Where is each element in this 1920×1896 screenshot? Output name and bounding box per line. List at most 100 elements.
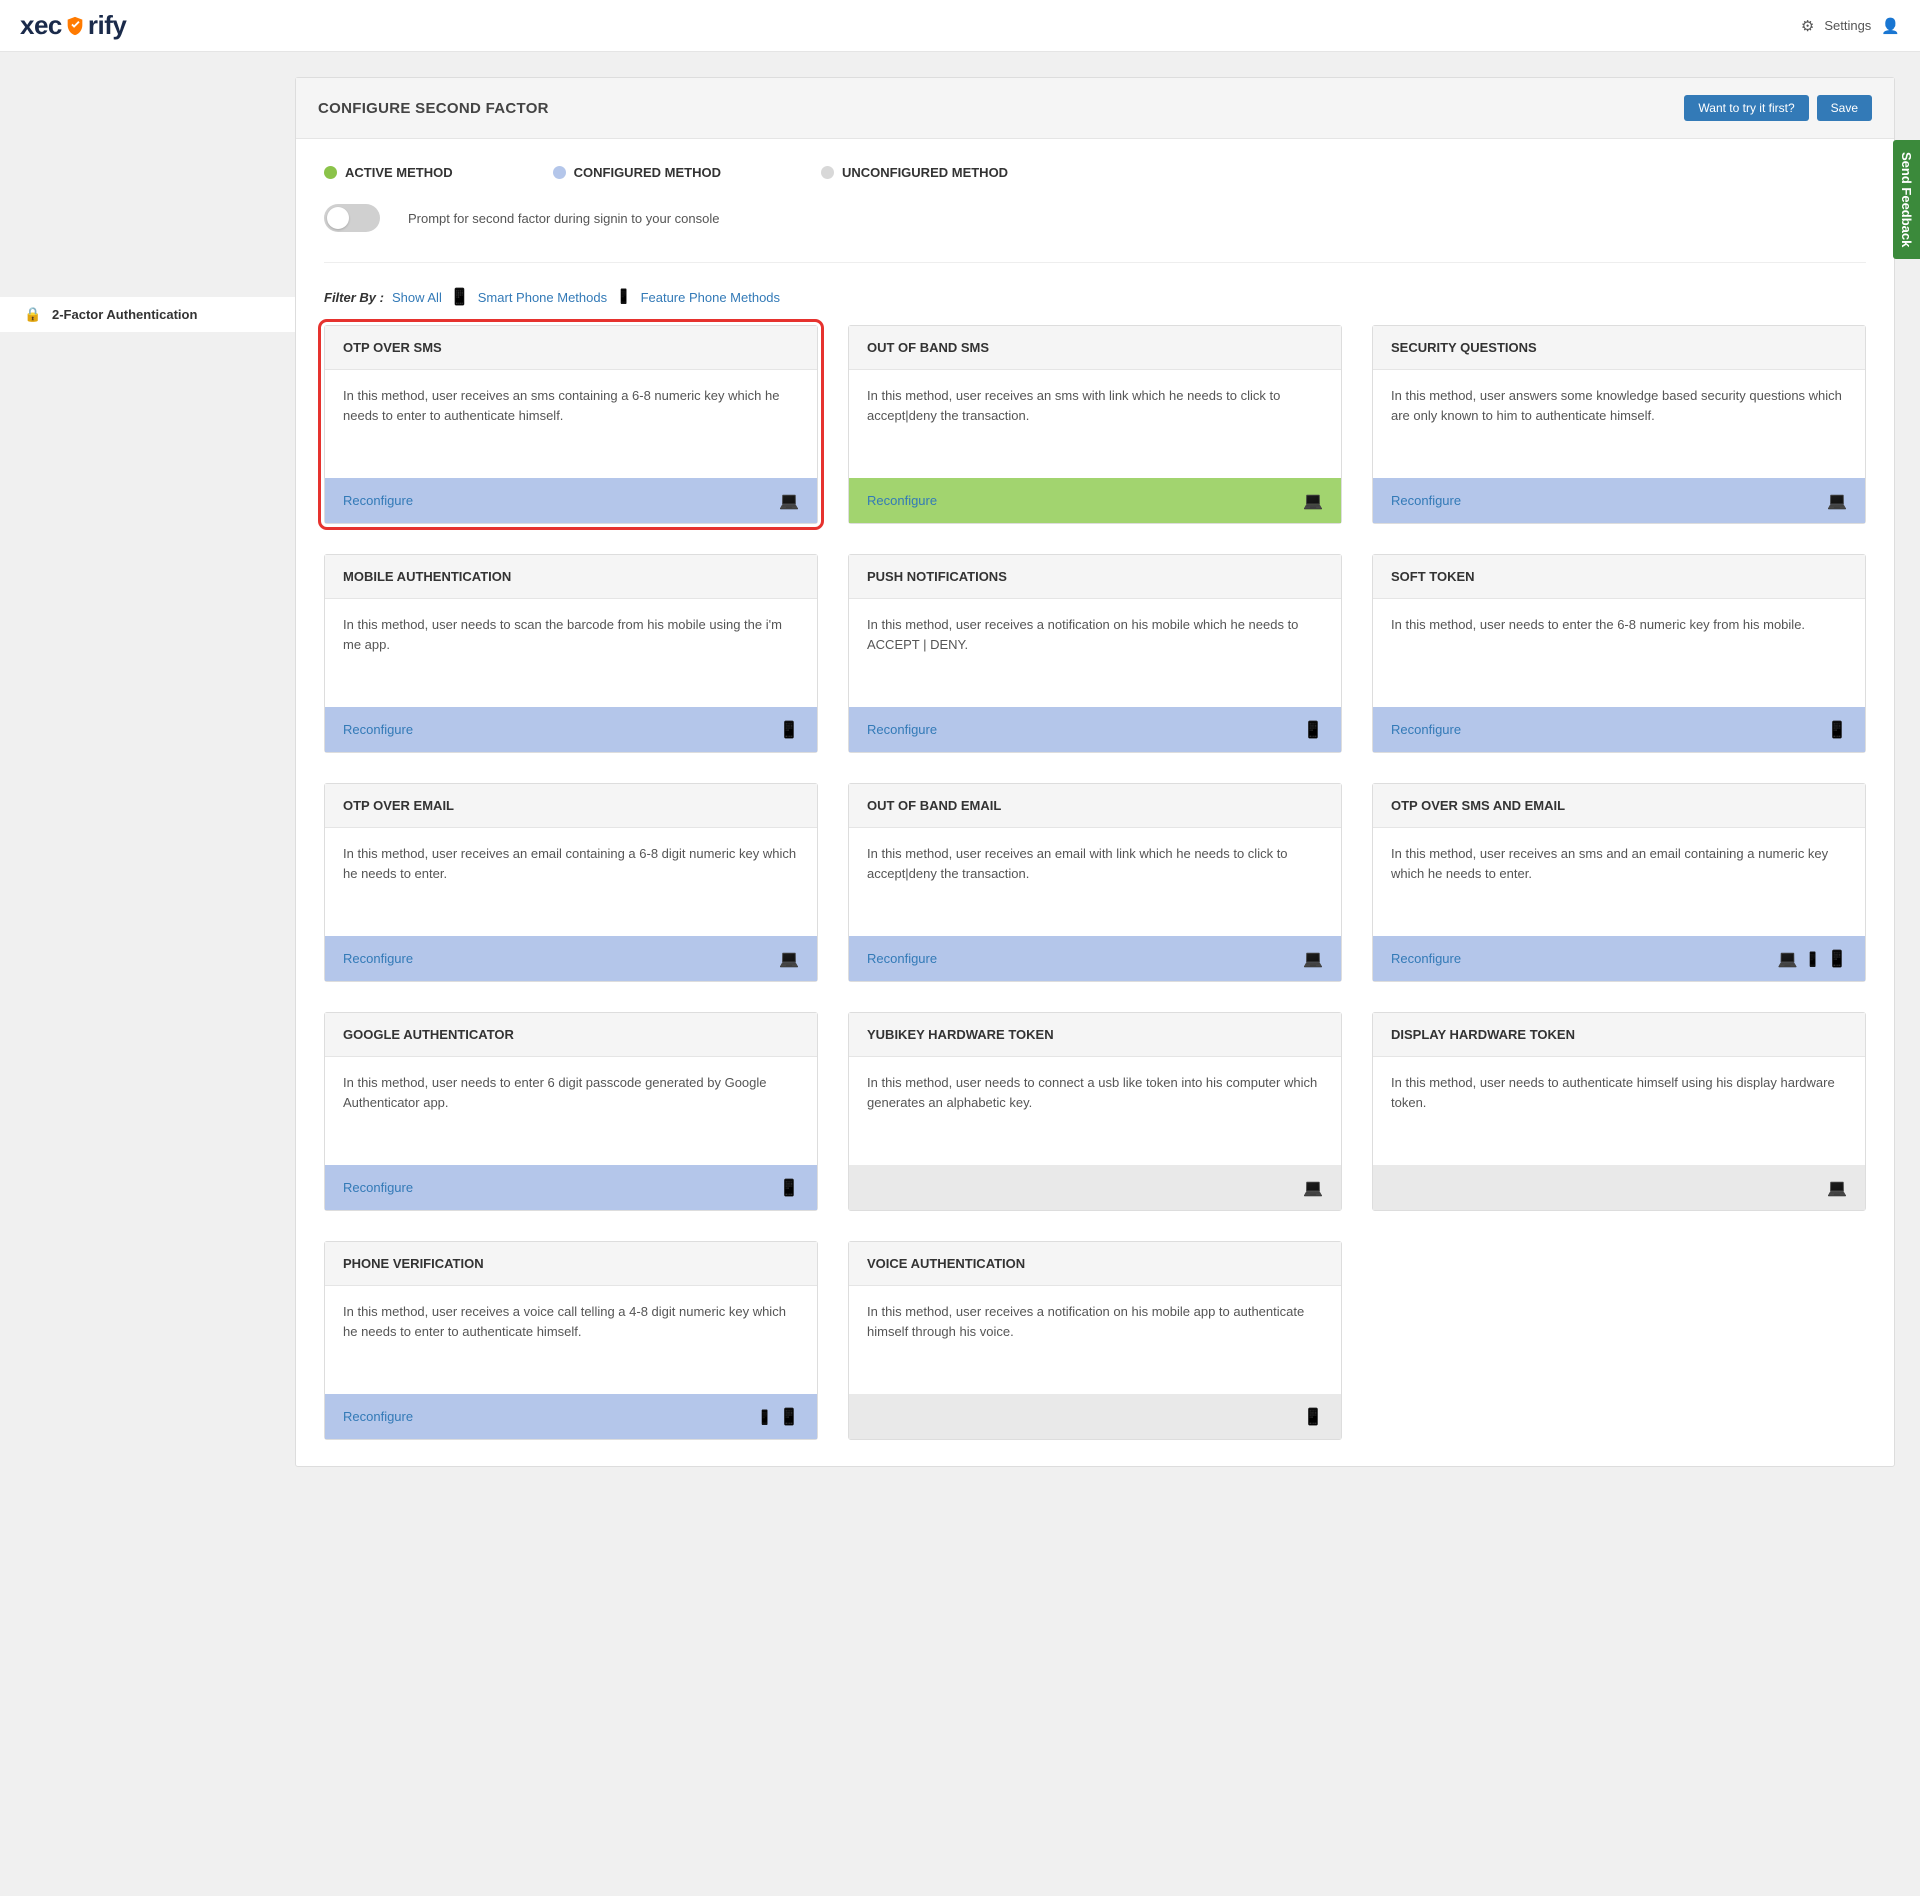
filter-feature[interactable]: Feature Phone Methods <box>641 290 780 305</box>
lock-icon: • <box>24 406 40 422</box>
sidebar-item[interactable]: •License <box>0 499 295 533</box>
card-title: OTP OVER EMAIL <box>325 784 817 828</box>
reconfigure-link[interactable]: Reconfigure <box>867 951 937 966</box>
method-card: PHONE VERIFICATIONIn this method, user r… <box>324 1241 818 1440</box>
laptop-icon <box>1778 948 1798 969</box>
card-footer: Reconfigure <box>849 1165 1341 1210</box>
device-icons <box>779 719 799 740</box>
method-card: OUT OF BAND EMAILIn this method, user re… <box>848 783 1342 982</box>
toggle-row: Prompt for second factor during signin t… <box>324 204 1866 232</box>
smartphone-icon <box>1303 1406 1323 1427</box>
reconfigure-link[interactable]: Reconfigure <box>343 1409 413 1424</box>
sidebar-item-label: User Stores <box>52 171 121 186</box>
card-title: OUT OF BAND EMAIL <box>849 784 1341 828</box>
card-footer: Reconfigure <box>1373 707 1865 752</box>
sidebar-item[interactable]: •Apps <box>0 195 295 229</box>
reconfigure-link[interactable]: Reconfigure <box>867 493 937 508</box>
card-footer: Reconfigure <box>849 707 1341 752</box>
laptop-icon <box>779 490 799 511</box>
lock-icon: 🔒 <box>24 306 40 323</box>
signin-toggle[interactable] <box>324 204 380 232</box>
card-footer: Reconfigure <box>1373 936 1865 981</box>
card-title: DISPLAY HARDWARE TOKEN <box>1373 1013 1865 1057</box>
sidebar: •DashboardConfigure•Identity Providers•U… <box>0 52 295 1492</box>
card-title: VOICE AUTHENTICATION <box>849 1242 1341 1286</box>
card-description: In this method, user receives an email c… <box>325 828 817 936</box>
sidebar-item[interactable]: •Users <box>0 397 295 431</box>
card-footer: Reconfigure <box>849 936 1341 981</box>
card-title: PHONE VERIFICATION <box>325 1242 817 1286</box>
card-description: In this method, user receives a voice ca… <box>325 1286 817 1394</box>
try-button[interactable]: Want to try it first? <box>1684 95 1808 121</box>
sidebar-item-label: 2-Factor Authentication <box>52 307 197 322</box>
settings-link[interactable]: Settings <box>1824 18 1871 33</box>
device-icons <box>1303 1177 1323 1198</box>
filter-smart[interactable]: Smart Phone Methods <box>478 290 607 305</box>
filter-row: Filter By : Show All Smart Phone Methods… <box>324 287 1866 307</box>
card-footer: Reconfigure <box>325 1394 817 1439</box>
reconfigure-link[interactable]: Reconfigure <box>343 493 413 508</box>
sidebar-item-label: Adaptive Authentication <box>52 342 188 357</box>
legend-configured: CONFIGURED METHOD <box>553 165 721 180</box>
card-title: GOOGLE AUTHENTICATOR <box>325 1013 817 1057</box>
sidebar-item[interactable]: • Adaptive Authentication <box>0 332 295 366</box>
laptop-icon <box>1827 490 1847 511</box>
reconfigure-link[interactable]: Reconfigure <box>343 1180 413 1195</box>
sidebar-item[interactable]: •User Stores <box>0 161 295 195</box>
dot-unconfigured-icon <box>821 166 834 179</box>
user-icon[interactable]: 👤 <box>1881 17 1900 35</box>
sidebar-item-label: License <box>52 509 97 524</box>
sidebar-item[interactable]: •Groups <box>0 431 295 465</box>
sidebar-item[interactable]: •Dashboard <box>0 62 295 96</box>
reconfigure-link[interactable]: Reconfigure <box>1391 722 1461 737</box>
filter-show-all[interactable]: Show All <box>392 290 442 305</box>
method-card: SOFT TOKENIn this method, user needs to … <box>1372 554 1866 753</box>
sidebar-item[interactable]: 🔒 2-Factor Authentication <box>0 297 295 332</box>
reconfigure-link[interactable]: Reconfigure <box>867 722 937 737</box>
sidebar-item-label: Policies <box>52 239 97 254</box>
card-footer: Reconfigure <box>325 1165 817 1210</box>
feedback-tab[interactable]: Send Feedback <box>1893 140 1920 259</box>
card-title: OTP OVER SMS <box>325 326 817 370</box>
card-description: In this method, user receives an sms wit… <box>849 370 1341 478</box>
method-card: DISPLAY HARDWARE TOKENIn this method, us… <box>1372 1012 1866 1211</box>
method-card: OUT OF BAND SMSIn this method, user rece… <box>848 325 1342 524</box>
method-card: OTP OVER EMAILIn this method, user recei… <box>324 783 818 982</box>
laptop-icon <box>1827 1177 1847 1198</box>
sidebar-item-label: Apps <box>52 205 82 220</box>
legend-configured-label: CONFIGURED METHOD <box>574 165 721 180</box>
reconfigure-link[interactable]: Reconfigure <box>343 722 413 737</box>
device-icons <box>1827 490 1847 511</box>
card-title: OUT OF BAND SMS <box>849 326 1341 370</box>
sidebar-item-label: Groups <box>52 441 95 456</box>
method-card: MOBILE AUTHENTICATIONIn this method, use… <box>324 554 818 753</box>
card-description: In this method, user needs to enter the … <box>1373 599 1865 707</box>
featurephone-icon <box>615 288 632 306</box>
method-card: PUSH NOTIFICATIONSIn this method, user r… <box>848 554 1342 753</box>
card-description: In this method, user needs to connect a … <box>849 1057 1341 1165</box>
card-title: SECURITY QUESTIONS <box>1373 326 1865 370</box>
sidebar-heading: Configure <box>0 96 295 127</box>
sidebar-item[interactable]: •Identity Providers <box>0 127 295 161</box>
method-card: GOOGLE AUTHENTICATORIn this method, user… <box>324 1012 818 1211</box>
save-button[interactable]: Save <box>1817 95 1872 121</box>
method-card: SECURITY QUESTIONSIn this method, user a… <box>1372 325 1866 524</box>
card-footer: Reconfigure <box>325 478 817 523</box>
gear-icon[interactable]: ⚙ <box>1801 17 1814 35</box>
legend-unconfigured: UNCONFIGURED METHOD <box>821 165 1008 180</box>
lock-icon: • <box>24 341 40 357</box>
sidebar-item[interactable]: •Reports <box>0 465 295 499</box>
sidebar-item[interactable]: •Customization <box>0 263 295 297</box>
reconfigure-link[interactable]: Reconfigure <box>343 951 413 966</box>
card-description: In this method, user receives an sms con… <box>325 370 817 478</box>
method-card: YUBIKEY HARDWARE TOKENIn this method, us… <box>848 1012 1342 1211</box>
lock-icon: • <box>24 71 40 87</box>
reconfigure-link[interactable]: Reconfigure <box>1391 493 1461 508</box>
card-footer: Reconfigure <box>849 1394 1341 1439</box>
reconfigure-link[interactable]: Reconfigure <box>1391 951 1461 966</box>
smartphone-icon <box>779 1406 799 1427</box>
device-icons <box>1827 719 1847 740</box>
lock-icon: • <box>24 238 40 254</box>
sidebar-item[interactable]: • Policies <box>0 229 295 263</box>
method-card: OTP OVER SMSIn this method, user receive… <box>324 325 818 524</box>
